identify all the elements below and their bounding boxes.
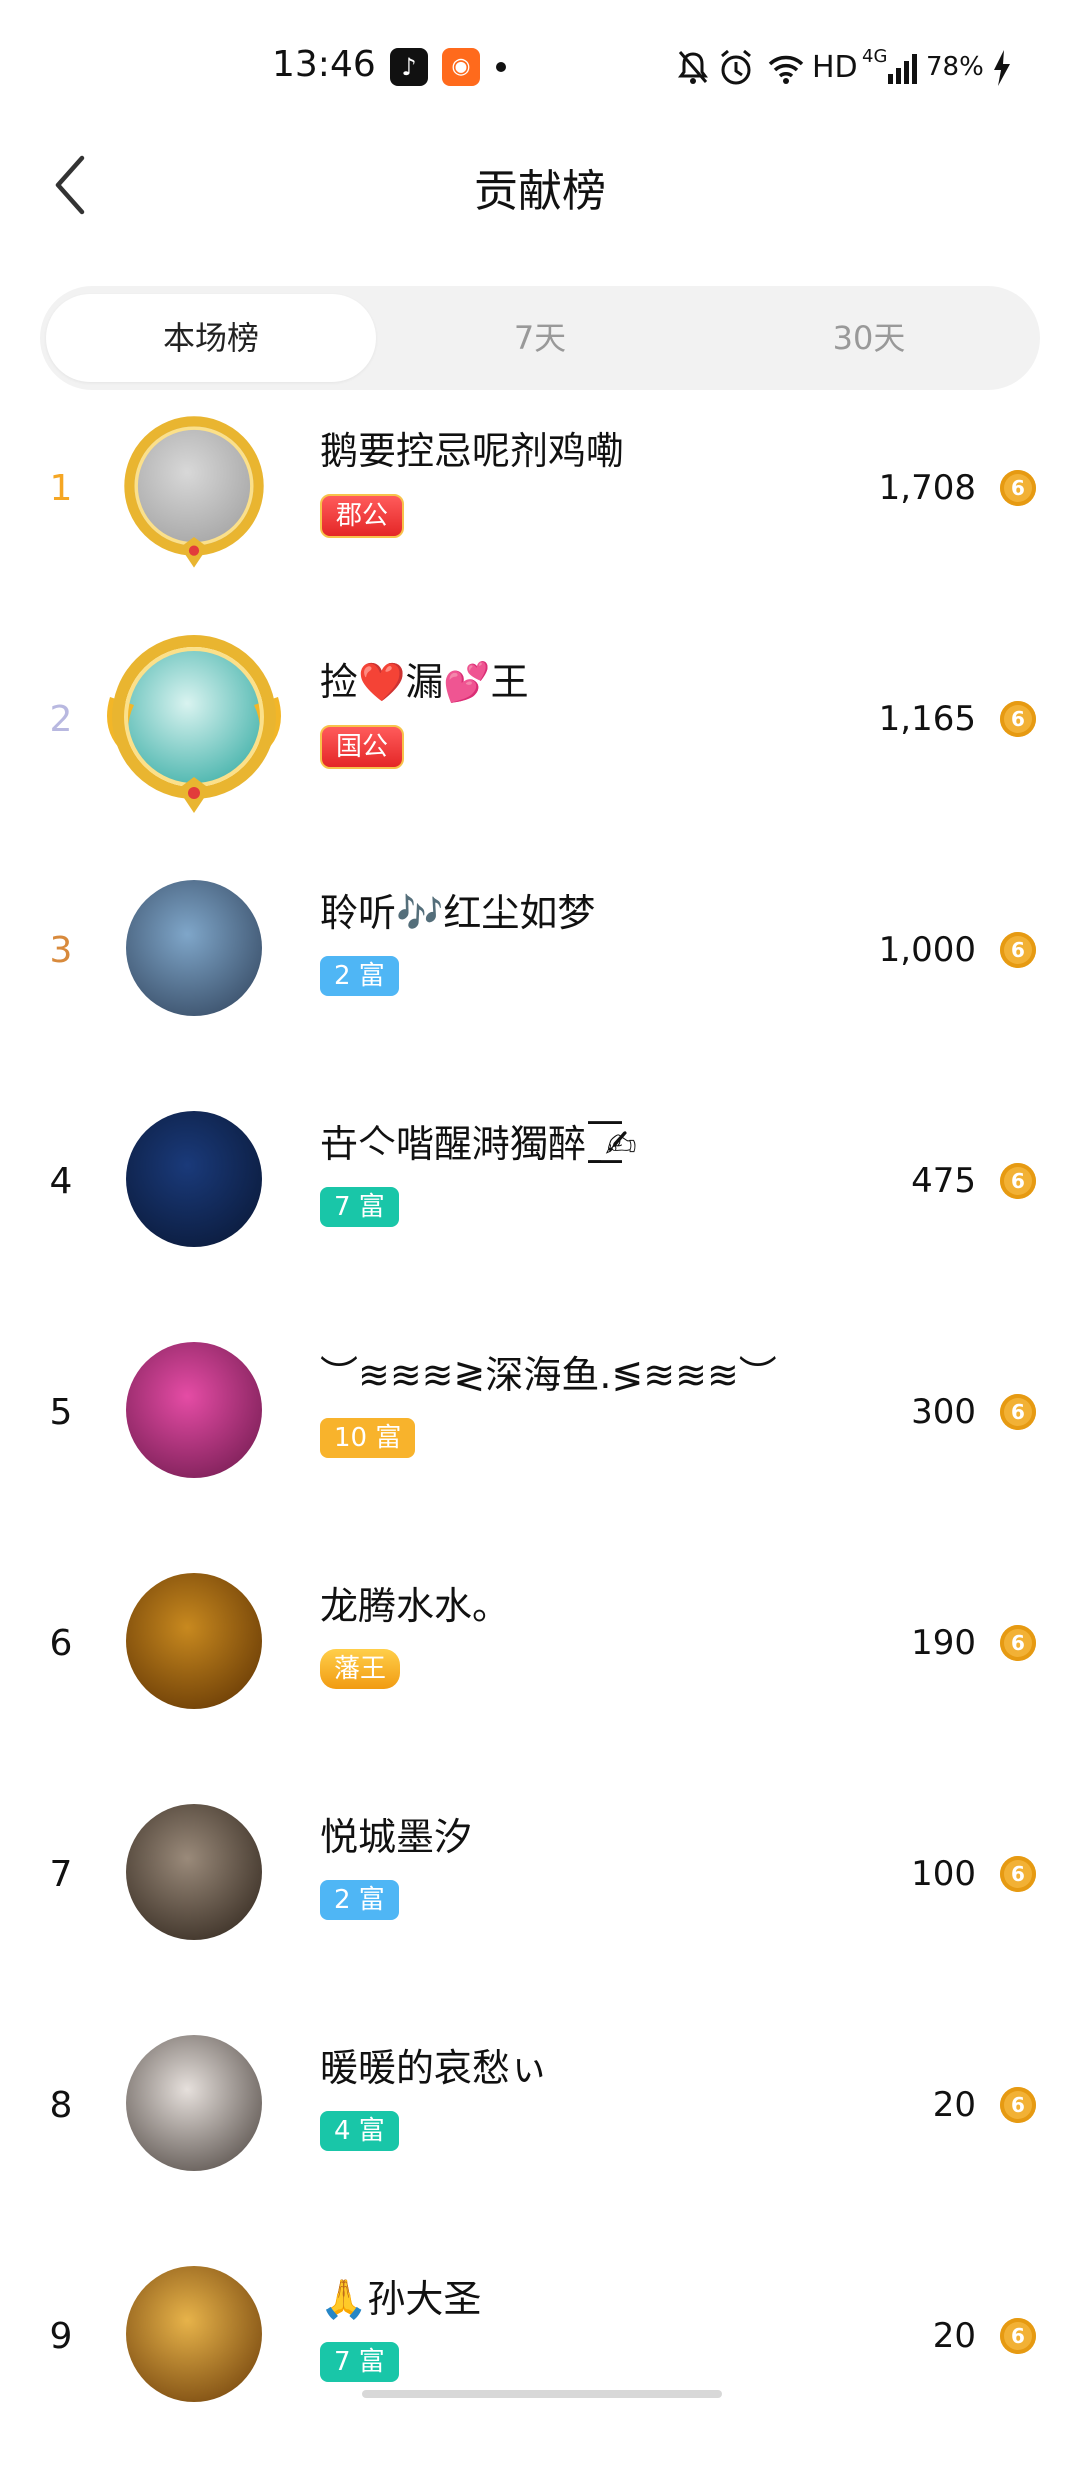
user-level-badge: 2 富 <box>320 1880 399 1920</box>
status-time: 13:46 <box>272 44 376 85</box>
rank-number: 1 <box>49 468 73 509</box>
contribution-score: 20 <box>932 2085 976 2125</box>
user-level-badge: 7 富 <box>320 1187 399 1227</box>
signal-type-label: 4G <box>862 46 888 67</box>
wifi-icon <box>766 48 806 88</box>
user-name: 卋亽喈醒溡獨醉ˍ͟͟͞͞✍ <box>320 1122 637 1166</box>
leaderboard-row[interactable]: 6 龙腾水水。藩王 190 6 <box>0 1561 1080 1791</box>
leaderboard-row[interactable]: 5 ︶≋≋≋≷深海鱼.≶≋≋≋︶ 10 富 300 6 <box>0 1330 1080 1560</box>
contribution-score: 100 <box>911 1854 976 1894</box>
user-avatar[interactable] <box>126 2035 262 2171</box>
contribution-score: 1,708 <box>878 468 976 508</box>
user-level-badge: 7 富 <box>320 2342 399 2382</box>
tiktok-notification-icon: ♪ <box>390 48 428 86</box>
coin-icon: 6 <box>1000 2318 1036 2354</box>
hd-label: HD <box>812 50 858 85</box>
alarm-icon <box>718 48 754 88</box>
coin-icon: 6 <box>1000 1625 1036 1661</box>
battery-percent: 78% <box>926 52 984 82</box>
contribution-score: 475 <box>911 1161 976 1201</box>
user-name: 龙腾水水。 <box>320 1584 511 1628</box>
user-name: 🙏孙大圣 <box>320 2277 482 2321</box>
user-avatar[interactable] <box>126 1342 262 1478</box>
coin-icon: 6 <box>1000 1394 1036 1430</box>
gold-avatar-frame-icon <box>109 401 279 571</box>
leaderboard-row[interactable]: 9 🙏孙大圣 7 富 20 6 <box>0 2254 1080 2484</box>
coin-icon: 6 <box>1000 1856 1036 1892</box>
period-tabs: 本场榜 7天 30天 <box>40 286 1040 390</box>
leaderboard-row[interactable]: 3 聆听🎶红尘如梦 2 富 1,000 6 <box>0 868 1080 1098</box>
mute-bell-icon <box>676 48 710 88</box>
user-level-badge: 国公 <box>320 725 405 769</box>
kuaishou-notification-icon: ◉ <box>442 48 480 86</box>
page-title: 贡献榜 <box>474 166 606 217</box>
more-notifications-dot-icon <box>496 62 506 72</box>
leaderboard-row[interactable]: 1 鹅要控忌呢剂鸡嘞 郡公 1,708 6 <box>0 406 1080 636</box>
user-name: 聆听🎶红尘如梦 <box>320 891 596 935</box>
contribution-score: 300 <box>911 1392 976 1432</box>
rank-number: 7 <box>49 1854 73 1895</box>
leaderboard-row[interactable]: 2 捡❤️漏💕王 国公 1,165 6 <box>0 635 1080 867</box>
contribution-score: 190 <box>911 1623 976 1663</box>
user-avatar[interactable] <box>126 1111 262 1247</box>
user-level-badge: 2 富 <box>320 956 399 996</box>
user-name: ︶≋≋≋≷深海鱼.≶≋≋≋︶ <box>320 1353 777 1397</box>
coin-icon: 6 <box>1000 932 1036 968</box>
user-name: 暖暖的哀愁ぃ <box>320 2046 549 2090</box>
status-bar: 13:46 ♪ ◉ HD 4G 78% <box>0 0 1080 130</box>
rank-number: 2 <box>49 699 73 740</box>
user-level-badge: 郡公 <box>320 494 405 538</box>
user-level-badge: 4 富 <box>320 2111 399 2151</box>
user-avatar[interactable] <box>126 1804 262 1940</box>
coin-icon: 6 <box>1000 1163 1036 1199</box>
charging-bolt-icon <box>992 48 1012 88</box>
user-name: 捡❤️漏💕王 <box>320 660 529 704</box>
rank-number: 6 <box>49 1623 73 1664</box>
winged-avatar-frame-icon <box>94 617 294 817</box>
user-name: 鹅要控忌呢剂鸡嘞 <box>320 429 625 473</box>
contribution-score: 20 <box>932 2316 976 2356</box>
user-avatar[interactable] <box>126 880 262 1016</box>
tab-this-session[interactable]: 本场榜 <box>46 294 376 382</box>
home-indicator[interactable] <box>362 2390 722 2398</box>
leaderboard-row[interactable]: 8 暖暖的哀愁ぃ 4 富 20 6 <box>0 2023 1080 2253</box>
coin-icon: 6 <box>1000 2087 1036 2123</box>
user-avatar[interactable] <box>126 1573 262 1709</box>
user-avatar[interactable] <box>126 2266 262 2402</box>
cell-signal-icon <box>886 48 920 88</box>
coin-icon: 6 <box>1000 701 1036 737</box>
user-level-badge: 10 富 <box>320 1418 416 1458</box>
user-level-badge: 藩王 <box>320 1649 401 1689</box>
leaderboard-row[interactable]: 4 卋亽喈醒溡獨醉ˍ͟͟͞͞✍ 7 富 475 6 <box>0 1099 1080 1329</box>
contribution-score: 1,165 <box>878 699 976 739</box>
leaderboard-row[interactable]: 7 悦城墨汐 2 富 100 6 <box>0 1792 1080 2022</box>
coin-icon: 6 <box>1000 470 1036 506</box>
rank-number: 8 <box>49 2085 73 2126</box>
rank-number: 9 <box>49 2316 73 2357</box>
contribution-score: 1,000 <box>878 930 976 970</box>
rank-number: 3 <box>49 930 73 971</box>
user-name: 悦城墨汐 <box>320 1815 473 1859</box>
tab-30-days[interactable]: 30天 <box>704 294 1034 382</box>
rank-number: 5 <box>49 1392 73 1433</box>
rank-number: 4 <box>49 1161 73 1202</box>
tab-7-days[interactable]: 7天 <box>375 294 705 382</box>
